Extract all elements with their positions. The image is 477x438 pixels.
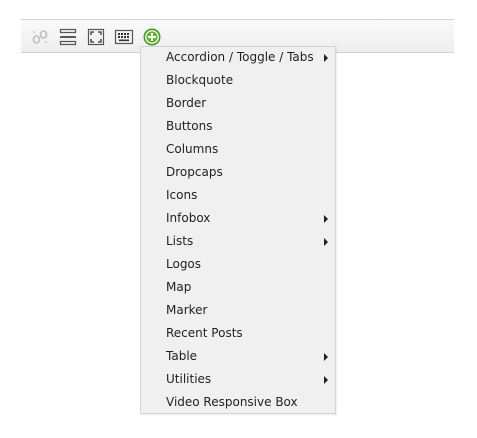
submenu-arrow-icon <box>324 238 328 246</box>
add-shortcode-icon <box>143 28 161 46</box>
menu-item[interactable]: Buttons <box>141 115 335 138</box>
menu-item[interactable]: Video Responsive Box <box>141 391 335 414</box>
menu-item[interactable]: Infobox <box>141 207 335 230</box>
fullscreen-button[interactable] <box>86 27 106 47</box>
menu-item[interactable]: Utilities <box>141 368 335 391</box>
menu-item[interactable]: Lists <box>141 230 335 253</box>
unlink-icon <box>32 30 48 44</box>
menu-item-label: Border <box>166 96 207 110</box>
add-shortcode-button[interactable] <box>142 27 162 47</box>
shortcode-dropdown-menu: Accordion / Toggle / Tabs Blockquote Borde… <box>140 46 336 414</box>
menu-item-label: Logos <box>166 257 202 271</box>
menu-item-label: Icons <box>166 188 198 202</box>
submenu-arrow-icon <box>324 353 328 361</box>
menu-item-label: Columns <box>166 142 219 156</box>
menu-item-label: Buttons <box>166 119 213 133</box>
keyboard-button[interactable] <box>114 27 134 47</box>
menu-item-label: Infobox <box>166 211 211 225</box>
menu-item-label: Lists <box>166 234 194 248</box>
submenu-arrow-icon <box>324 54 328 62</box>
menu-item[interactable]: Dropcaps <box>141 161 335 184</box>
horizontal-rule-icon <box>59 28 77 46</box>
submenu-arrow-icon <box>324 215 328 223</box>
menu-item-label: Utilities <box>166 372 212 386</box>
menu-item[interactable]: Border <box>141 92 335 115</box>
menu-item[interactable]: Icons <box>141 184 335 207</box>
menu-item[interactable]: Marker <box>141 299 335 322</box>
menu-item-label: Dropcaps <box>166 165 223 179</box>
horizontal-rule-button[interactable] <box>58 27 78 47</box>
menu-item[interactable]: Columns <box>141 138 335 161</box>
menu-item-label: Marker <box>166 303 208 317</box>
menu-item[interactable]: Accordion / Toggle / Tabs <box>141 46 335 69</box>
menu-item[interactable]: Map <box>141 276 335 299</box>
menu-item[interactable]: Table <box>141 345 335 368</box>
keyboard-icon <box>114 29 134 45</box>
menu-item-label: Video Responsive Box <box>166 395 298 409</box>
menu-item[interactable]: Logos <box>141 253 335 276</box>
submenu-arrow-icon <box>324 376 328 384</box>
menu-item[interactable]: Blockquote <box>141 69 335 92</box>
unlink-button[interactable] <box>30 27 50 47</box>
menu-item-label: Accordion / Toggle / Tabs <box>166 50 314 64</box>
editor-area: Accordion / Toggle / Tabs Blockquote Borde… <box>0 0 477 438</box>
menu-item-label: Table <box>166 349 198 363</box>
menu-item[interactable]: Recent Posts <box>141 322 335 345</box>
menu-item-label: Recent Posts <box>166 326 243 340</box>
menu-item-label: Blockquote <box>166 73 234 87</box>
menu-item-label: Map <box>166 280 192 294</box>
fullscreen-icon <box>87 28 105 46</box>
